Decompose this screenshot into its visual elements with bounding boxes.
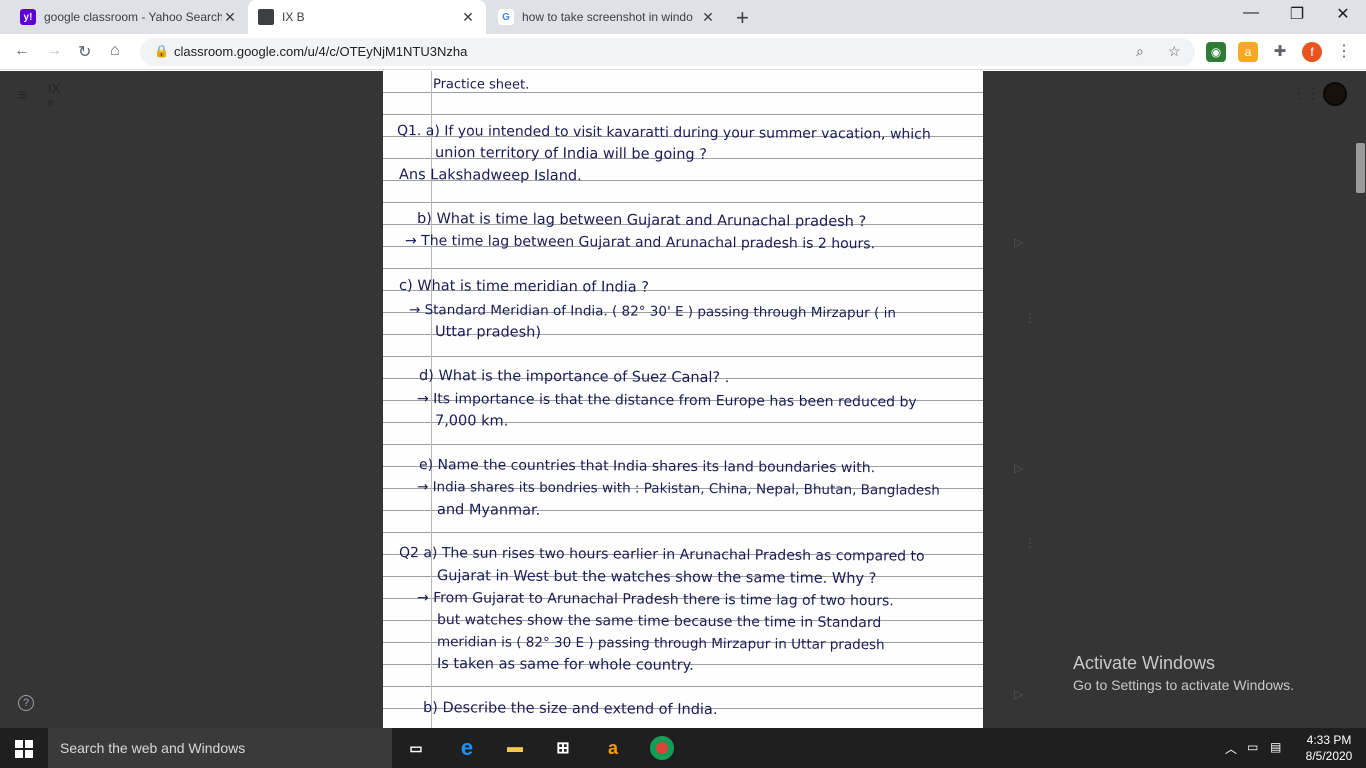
amazon-icon[interactable]: a bbox=[601, 736, 625, 760]
bookmark-star-icon[interactable]: ☆ bbox=[1168, 43, 1181, 60]
edge-icon[interactable]: e bbox=[455, 735, 479, 760]
browser-menu-icon[interactable]: ⋮ bbox=[1334, 42, 1354, 62]
tab-title: IX B bbox=[282, 10, 305, 24]
handwritten-line: Is taken as same for whole country. bbox=[436, 656, 694, 674]
lock-icon: 🔒 bbox=[154, 44, 169, 58]
notebook-page-image: Practice sheet. Q1. a) If you intended t… bbox=[383, 71, 983, 728]
handwritten-line: meridian is ( 82° 30 E ) passing through… bbox=[436, 634, 885, 654]
tab-title: how to take screenshot in windo bbox=[522, 10, 693, 24]
clock-date: 8/5/2020 bbox=[1305, 749, 1353, 763]
battery-icon[interactable]: ▭ bbox=[1247, 740, 1258, 754]
taskbar-search-placeholder: Search the web and Windows bbox=[60, 740, 246, 756]
extension-bag-icon[interactable]: a bbox=[1238, 42, 1258, 62]
handwritten-line: b) What is time lag between Gujarat and … bbox=[416, 211, 867, 231]
help-icon[interactable]: ? bbox=[18, 695, 34, 711]
forward-icon[interactable]: → bbox=[46, 42, 62, 60]
new-tab-icon[interactable]: + bbox=[736, 5, 749, 31]
close-window-icon[interactable]: ✕ bbox=[1320, 4, 1366, 24]
handwritten-line: d) What is the importance of Suez Canal?… bbox=[418, 368, 730, 387]
google-icon: G bbox=[498, 9, 514, 25]
handwritten-line: c) What is time meridian of India ? bbox=[398, 278, 649, 296]
handwritten-line: Ans Lakshadweep Island. bbox=[398, 167, 582, 185]
classroom-icon bbox=[258, 9, 274, 25]
play-icon[interactable]: ▷ bbox=[1014, 461, 1023, 475]
store-icon[interactable]: ⊞ bbox=[551, 736, 575, 760]
close-tab-icon[interactable]: ✕ bbox=[222, 9, 238, 26]
play-icon[interactable]: ▷ bbox=[1014, 687, 1023, 701]
activate-windows-subtitle: Go to Settings to activate Windows. bbox=[1073, 677, 1294, 693]
close-tab-icon[interactable]: ✕ bbox=[700, 9, 716, 26]
windows-start-icon[interactable] bbox=[15, 740, 33, 758]
close-tab-icon[interactable]: ✕ bbox=[460, 9, 476, 26]
tab-title: google classroom - Yahoo Search bbox=[44, 10, 222, 24]
chrome-icon[interactable] bbox=[650, 736, 674, 760]
zoom-icon[interactable]: ⌕ bbox=[1136, 43, 1144, 60]
browser-tab-strip: y! google classroom - Yahoo Search ✕ IX … bbox=[0, 0, 1366, 34]
url-text[interactable]: classroom.google.com/u/4/c/OTEyNjM1NTU3N… bbox=[174, 44, 467, 59]
windows-taskbar: Search the web and Windows ▭ e ▬ ⊞ a ︿ ▭… bbox=[0, 728, 1366, 768]
file-explorer-icon[interactable]: ▬ bbox=[503, 736, 527, 760]
more-vert-icon[interactable]: ⋮ bbox=[1024, 311, 1036, 325]
scrollbar-thumb[interactable] bbox=[1356, 143, 1365, 193]
activate-windows-title: Activate Windows bbox=[1073, 653, 1216, 673]
restore-icon[interactable]: ❐ bbox=[1274, 4, 1320, 24]
extensions-puzzle-icon[interactable]: ✚ bbox=[1270, 42, 1290, 62]
tray-chevron-icon[interactable]: ︿ bbox=[1225, 740, 1237, 757]
taskbar-search-box[interactable]: Search the web and Windows bbox=[48, 728, 392, 768]
handwritten-line: Gujarat in West but the watches show the… bbox=[436, 568, 877, 588]
handwritten-line: Uttar pradesh) bbox=[434, 324, 542, 341]
minimize-icon[interactable]: — bbox=[1228, 4, 1274, 22]
tab-google-search[interactable]: G how to take screenshot in windo ✕ bbox=[488, 0, 726, 34]
classroom-page: ≡ IX B ⋮⋮⋮ ▷ ⋮ ▷ ⋮ ▷ ? Practice sheet. Q… bbox=[0, 71, 1366, 728]
handwritten-line: b) Describe the size and extend of India… bbox=[422, 700, 718, 719]
handwritten-line: Practice sheet. bbox=[432, 77, 530, 93]
handwritten-line: 7,000 km. bbox=[434, 413, 509, 430]
play-icon[interactable]: ▷ bbox=[1014, 235, 1023, 249]
back-icon[interactable]: ← bbox=[14, 42, 30, 60]
address-bar[interactable]: 🔒 classroom.google.com/u/4/c/OTEyNjM1NTU… bbox=[140, 38, 1195, 66]
extension-globe-icon[interactable]: ◉ bbox=[1206, 42, 1226, 62]
notifications-icon[interactable]: ▤ bbox=[1270, 740, 1281, 754]
home-icon[interactable]: ⌂ bbox=[110, 42, 120, 60]
reload-icon[interactable]: ↻ bbox=[78, 42, 91, 62]
taskbar-clock[interactable]: 4:33 PM 8/5/2020 bbox=[1298, 732, 1360, 764]
browser-toolbar: ← → ↻ ⌂ 🔒 classroom.google.com/u/4/c/OTE… bbox=[0, 34, 1366, 70]
tab-ix-b[interactable]: IX B ✕ bbox=[248, 0, 486, 34]
task-view-icon[interactable]: ▭ bbox=[404, 736, 428, 760]
handwritten-line: e) Name the countries that India shares … bbox=[418, 457, 876, 477]
handwritten-line: and Myanmar. bbox=[436, 502, 541, 519]
yahoo-icon: y! bbox=[20, 9, 36, 25]
handwritten-line: → From Gujarat to Arunachal Pradesh ther… bbox=[416, 590, 894, 610]
handwritten-line: union territory of India will be going ? bbox=[434, 145, 708, 163]
profile-avatar[interactable]: f bbox=[1302, 42, 1322, 62]
clock-time: 4:33 PM bbox=[1306, 733, 1352, 747]
handwritten-line: → The time lag between Gujarat and Aruna… bbox=[404, 233, 876, 253]
tab-yahoo-search[interactable]: y! google classroom - Yahoo Search ✕ bbox=[10, 0, 248, 34]
handwritten-line: but watches show the same time because t… bbox=[436, 612, 882, 632]
handwritten-line: → Standard Meridian of India. ( 82° 30' … bbox=[408, 302, 896, 322]
more-vert-icon[interactable]: ⋮ bbox=[1024, 536, 1036, 550]
